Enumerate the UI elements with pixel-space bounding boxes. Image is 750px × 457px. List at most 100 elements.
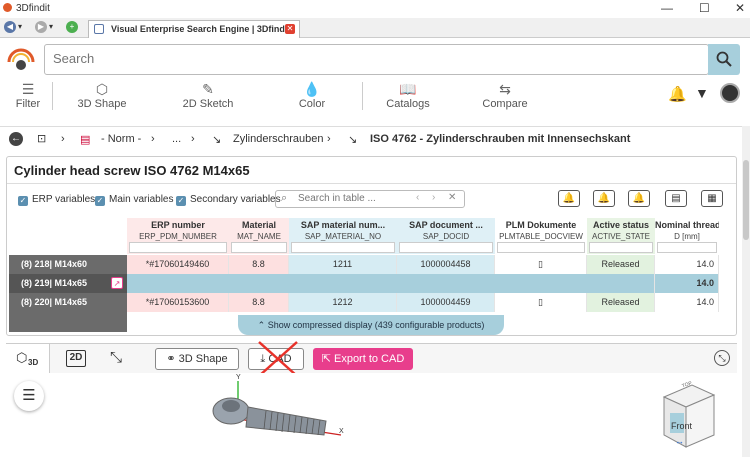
cad-link-icon[interactable]: ↗	[111, 277, 123, 289]
table-search-input[interactable]: ⌕ Search in table ... ‹ › ✕	[275, 190, 465, 208]
catalogs-button[interactable]: 📖 Catalogs	[380, 80, 436, 112]
chevron-down-icon[interactable]: ▾	[49, 22, 53, 31]
2d-sketch-button[interactable]: ✎ 2D Sketch	[176, 80, 240, 112]
row-label[interactable]: (8) 220| M14x65	[9, 293, 127, 312]
sliders-icon: ☰	[21, 81, 35, 97]
row-label[interactable]: (8) 219| M14x65	[9, 274, 127, 293]
color-button[interactable]: 💧 Color	[288, 80, 336, 112]
divider	[52, 82, 53, 110]
table-cell[interactable]: 8.8	[229, 255, 289, 274]
breadcrumb-norm[interactable]: - Norm -	[101, 133, 141, 145]
table-cell[interactable]: 1000004458	[397, 255, 495, 274]
page-title: Cylinder head screw ISO 4762 M14x65	[14, 163, 250, 178]
table-cell[interactable]: 1211	[289, 255, 397, 274]
tab-2d[interactable]: 2D	[66, 350, 86, 367]
measure-icon[interactable]: ⤡	[110, 349, 122, 366]
filter-button[interactable]: ☰ Filter	[8, 80, 48, 112]
viewer-toolbar: ⬡ 3D 2D ⤡ ⚭ 3D Shape ⤓ CAD ⇱ Export to C…	[6, 341, 737, 377]
screw-icon: ↘	[212, 134, 222, 146]
search-button[interactable]	[708, 44, 740, 75]
table-cell[interactable]: 14.0	[655, 293, 719, 312]
chevron-right-icon: ›	[61, 133, 65, 145]
column-header[interactable]: Material MAT_NAME	[229, 218, 289, 254]
browser-tab[interactable]: Visual Enterprise Search Engine | 3Dfind…	[88, 20, 300, 38]
maximize-button[interactable]: ☐	[699, 1, 710, 15]
notify-bell-icon[interactable]: 🔔	[628, 190, 650, 207]
scrollbar-thumb[interactable]	[743, 160, 749, 240]
table-cell[interactable]: *#17060153600	[127, 293, 229, 312]
table-cell[interactable]: Released	[587, 293, 655, 312]
norm-flag-icon: ▤	[80, 134, 91, 146]
tab-3d[interactable]: ⬡ 3D	[6, 344, 50, 374]
product-table-panel: Cylinder head screw ISO 4762 M14x65 ✓ ERP…	[6, 156, 737, 336]
column-header[interactable]: Nominal thread D [mm]	[655, 218, 719, 254]
export-to-cad-button[interactable]: ⇱ Export to CAD	[313, 348, 413, 370]
main-variables-checkbox[interactable]: ✓ Main variables	[95, 194, 173, 206]
selected-row-cells[interactable]	[127, 274, 655, 293]
table-settings-icon[interactable]: ▦	[701, 190, 723, 207]
chevron-down-icon[interactable]: ▾	[18, 22, 22, 31]
view-cube[interactable]	[656, 379, 720, 451]
chevron-right-icon: ›	[191, 133, 195, 145]
document-icon[interactable]: ▯	[495, 255, 587, 274]
notify-bell-icon[interactable]: 🔔	[558, 190, 580, 207]
notify-bell-icon[interactable]: 🔔	[593, 190, 615, 207]
catalog-root-icon[interactable]: ⊡	[37, 132, 46, 145]
back-arrow-icon[interactable]: ←	[9, 132, 23, 146]
avatar[interactable]	[720, 83, 740, 103]
back-icon[interactable]: ◀	[4, 21, 16, 33]
shape-icon: ⚭	[166, 353, 176, 365]
table-export-icon[interactable]: ▤	[665, 190, 687, 207]
2d-sketch-label: 2D Sketch	[182, 98, 234, 110]
column-header[interactable]: Active status ACTIVE_STATE	[587, 218, 655, 254]
3d-shape-search-button[interactable]: ⚭ 3D Shape	[155, 348, 239, 370]
table-cell[interactable]: 14.0	[655, 274, 719, 293]
table-cell[interactable]: 1000004459	[397, 293, 495, 312]
table-cell[interactable]: *#17060149460	[127, 255, 229, 274]
breadcrumb-ellipsis[interactable]: ...	[172, 133, 181, 145]
collapse-icon[interactable]: ⤡	[714, 350, 730, 366]
column-header[interactable]: SAP material num... SAP_MATERIAL_NO	[289, 218, 397, 254]
clear-search-icon[interactable]: ✕	[448, 192, 456, 203]
app-title: 3Dfindit	[16, 3, 50, 14]
rotate-arrows-icon[interactable]: ↔	[675, 436, 684, 446]
table-cell[interactable]: 8.8	[229, 293, 289, 312]
export-icon: ⇱	[321, 353, 331, 365]
close-window-button[interactable]: ✕	[735, 1, 745, 15]
column-header[interactable]: PLM Dokumente PLMTABLE_DOCVIEW	[495, 218, 587, 254]
3d-viewer[interactable]: ☰ Y X TOP Front ↔	[6, 373, 737, 457]
minimize-button[interactable]: —	[661, 1, 673, 15]
compressed-display-toggle[interactable]: ⌃ Show compressed display (439 configura…	[238, 315, 504, 335]
breadcrumb-zylinder[interactable]: Zylinderschrauben	[233, 133, 324, 145]
table-cell[interactable]: 1212	[289, 293, 397, 312]
table-cell[interactable]: 14.0	[655, 255, 719, 274]
erp-variables-checkbox[interactable]: ✓ ERP variables	[18, 194, 95, 206]
tab-title: Visual Enterprise Search Engine | 3Dfind…	[111, 24, 291, 34]
funnel-icon[interactable]: ▼	[695, 85, 709, 101]
table-cell[interactable]: Released	[587, 255, 655, 274]
compare-label: Compare	[482, 98, 528, 110]
document-icon[interactable]: ▯	[495, 293, 587, 312]
droplet-icon: 💧	[303, 81, 321, 97]
forward-icon[interactable]: ▶	[35, 21, 47, 33]
next-match-icon[interactable]: ›	[432, 192, 435, 203]
column-header[interactable]: ERP number ERP_PDM_NUMBER	[127, 218, 229, 254]
refresh-icon[interactable]: +	[66, 21, 78, 33]
check-icon: ✓	[18, 196, 28, 206]
prev-match-icon[interactable]: ‹	[416, 192, 419, 203]
column-header[interactable]: SAP document ... SAP_DOCID	[397, 218, 495, 254]
axis-x-label: X	[339, 428, 344, 435]
row-label[interactable]: (8) 218| M14x60	[9, 255, 127, 274]
row-header-corner	[9, 218, 127, 254]
bell-icon[interactable]: 🔔	[668, 85, 687, 103]
secondary-variables-checkbox[interactable]: ✓ Secondary variables	[176, 194, 281, 206]
menu-icon[interactable]: ☰	[14, 381, 44, 411]
divider	[362, 82, 363, 110]
compare-button[interactable]: ⇆ Compare	[478, 80, 532, 112]
catalogs-label: Catalogs	[386, 98, 430, 110]
tab-close-icon[interactable]: ✕	[285, 24, 295, 34]
book-icon: 📖	[399, 81, 417, 97]
3d-shape-button[interactable]: ⬡ 3D Shape	[70, 80, 134, 112]
search-input[interactable]	[53, 51, 653, 66]
3dfindit-logo[interactable]	[6, 46, 36, 74]
